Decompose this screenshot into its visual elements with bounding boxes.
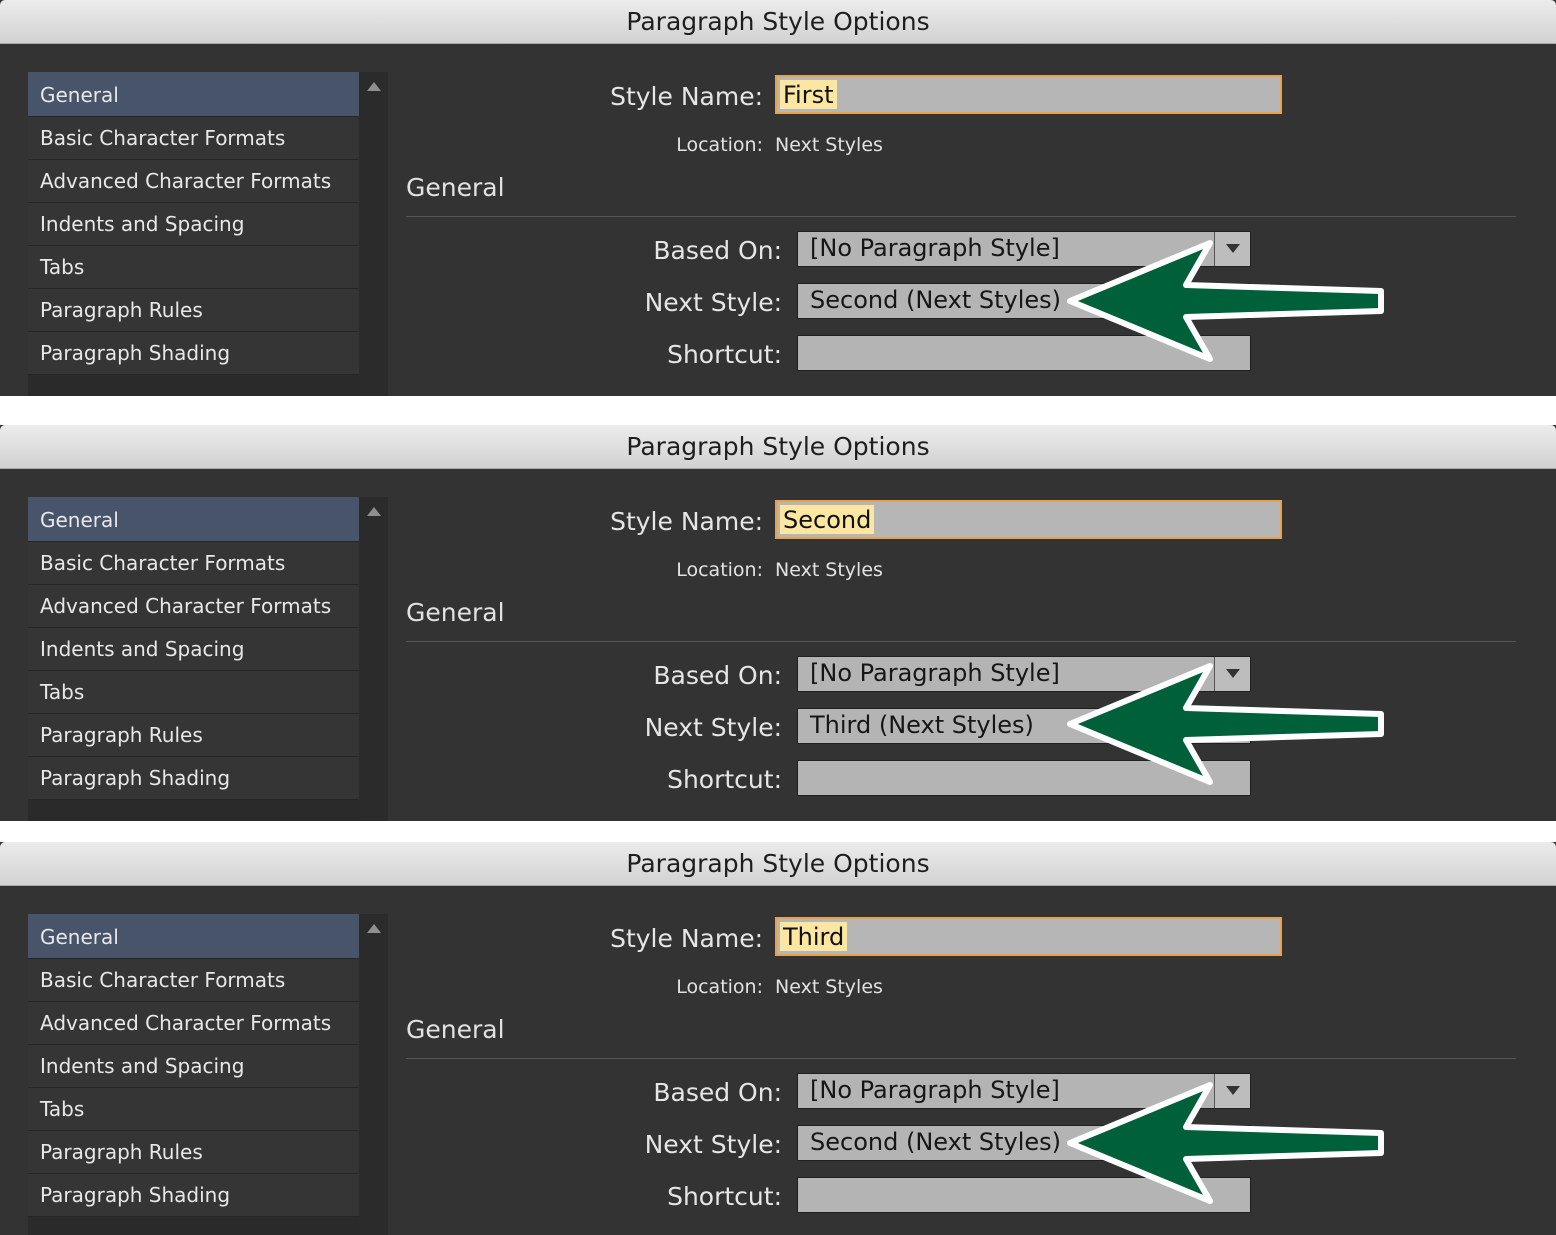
style-name-input[interactable]: Second bbox=[775, 500, 1282, 539]
category-scrollbar[interactable] bbox=[359, 72, 388, 396]
category-item-basic-character-formats[interactable]: Basic Character Formats bbox=[28, 959, 359, 1002]
style-name-label: Style Name: bbox=[610, 82, 763, 111]
scroll-up-icon[interactable] bbox=[367, 82, 381, 91]
category-item-paragraph-shading[interactable]: Paragraph Shading bbox=[28, 1174, 359, 1217]
shortcut-label: Shortcut: bbox=[667, 340, 782, 369]
paragraph-style-dialog-2: Paragraph Style Options General Basic Ch… bbox=[0, 425, 1556, 821]
category-item-tabs[interactable]: Tabs bbox=[28, 246, 359, 289]
section-heading: General bbox=[406, 173, 505, 202]
category-item-basic-character-formats[interactable]: Basic Character Formats bbox=[28, 542, 359, 585]
shortcut-label: Shortcut: bbox=[667, 1182, 782, 1211]
next-style-label: Next Style: bbox=[644, 1130, 782, 1159]
dialog-title: Paragraph Style Options bbox=[626, 849, 930, 878]
section-divider bbox=[406, 216, 1516, 217]
section-heading: General bbox=[406, 598, 505, 627]
category-scrollbar[interactable] bbox=[359, 497, 388, 821]
category-item-advanced-character-formats[interactable]: Advanced Character Formats bbox=[28, 160, 359, 203]
paragraph-style-dialog-3: Paragraph Style Options General Basic Ch… bbox=[0, 842, 1556, 1235]
dialog-titlebar: Paragraph Style Options bbox=[0, 0, 1556, 44]
category-item-paragraph-rules[interactable]: Paragraph Rules bbox=[28, 289, 359, 332]
category-item-general[interactable]: General bbox=[28, 497, 359, 542]
category-item-advanced-character-formats[interactable]: Advanced Character Formats bbox=[28, 1002, 359, 1045]
category-item-indents-and-spacing[interactable]: Indents and Spacing bbox=[28, 1045, 359, 1088]
location-label: Location: bbox=[676, 134, 763, 156]
category-sidebar: General Basic Character Formats Advanced… bbox=[28, 914, 388, 1235]
style-name-value: First bbox=[780, 80, 837, 109]
next-style-value: Third (Next Styles) bbox=[810, 711, 1034, 739]
based-on-value: [No Paragraph Style] bbox=[810, 234, 1060, 262]
based-on-value: [No Paragraph Style] bbox=[810, 659, 1060, 687]
next-style-value: Second (Next Styles) bbox=[810, 1128, 1062, 1156]
based-on-label: Based On: bbox=[653, 236, 782, 265]
category-list: General Basic Character Formats Advanced… bbox=[28, 914, 359, 1217]
category-list: General Basic Character Formats Advanced… bbox=[28, 72, 359, 375]
category-item-general[interactable]: General bbox=[28, 914, 359, 959]
location-value: Next Styles bbox=[775, 976, 883, 998]
location-label: Location: bbox=[676, 976, 763, 998]
dialog-titlebar: Paragraph Style Options bbox=[0, 842, 1556, 886]
category-item-indents-and-spacing[interactable]: Indents and Spacing bbox=[28, 628, 359, 671]
section-heading: General bbox=[406, 1015, 505, 1044]
dialog-title: Paragraph Style Options bbox=[626, 432, 930, 461]
category-item-tabs[interactable]: Tabs bbox=[28, 671, 359, 714]
green-arrow-icon bbox=[1067, 1082, 1384, 1204]
dialog-title: Paragraph Style Options bbox=[626, 7, 930, 36]
next-style-label: Next Style: bbox=[644, 713, 782, 742]
scroll-up-icon[interactable] bbox=[367, 507, 381, 516]
section-divider bbox=[406, 641, 1516, 642]
green-arrow-icon bbox=[1067, 240, 1384, 362]
category-list: General Basic Character Formats Advanced… bbox=[28, 497, 359, 800]
based-on-value: [No Paragraph Style] bbox=[810, 1076, 1060, 1104]
location-value: Next Styles bbox=[775, 559, 883, 581]
category-item-basic-character-formats[interactable]: Basic Character Formats bbox=[28, 117, 359, 160]
category-item-general[interactable]: General bbox=[28, 72, 359, 117]
category-item-indents-and-spacing[interactable]: Indents and Spacing bbox=[28, 203, 359, 246]
category-item-paragraph-shading[interactable]: Paragraph Shading bbox=[28, 332, 359, 375]
style-name-value: Third bbox=[780, 922, 848, 951]
based-on-label: Based On: bbox=[653, 661, 782, 690]
section-divider bbox=[406, 1058, 1516, 1059]
scroll-up-icon[interactable] bbox=[367, 924, 381, 933]
shortcut-label: Shortcut: bbox=[667, 765, 782, 794]
style-name-label: Style Name: bbox=[610, 924, 763, 953]
category-item-advanced-character-formats[interactable]: Advanced Character Formats bbox=[28, 585, 359, 628]
based-on-label: Based On: bbox=[653, 1078, 782, 1107]
category-sidebar: General Basic Character Formats Advanced… bbox=[28, 72, 388, 396]
category-item-paragraph-rules[interactable]: Paragraph Rules bbox=[28, 1131, 359, 1174]
style-name-input[interactable]: Third bbox=[775, 917, 1282, 956]
dialog-titlebar: Paragraph Style Options bbox=[0, 425, 1556, 469]
category-item-paragraph-rules[interactable]: Paragraph Rules bbox=[28, 714, 359, 757]
category-scrollbar[interactable] bbox=[359, 914, 388, 1235]
location-label: Location: bbox=[676, 559, 763, 581]
location-value: Next Styles bbox=[775, 134, 883, 156]
next-style-value: Second (Next Styles) bbox=[810, 286, 1062, 314]
green-arrow-icon bbox=[1067, 663, 1384, 785]
next-style-label: Next Style: bbox=[644, 288, 782, 317]
category-item-tabs[interactable]: Tabs bbox=[28, 1088, 359, 1131]
category-item-paragraph-shading[interactable]: Paragraph Shading bbox=[28, 757, 359, 800]
style-name-value: Second bbox=[780, 505, 875, 534]
category-sidebar: General Basic Character Formats Advanced… bbox=[28, 497, 388, 821]
paragraph-style-dialog-1: Paragraph Style Options General Basic Ch… bbox=[0, 0, 1556, 396]
style-name-label: Style Name: bbox=[610, 507, 763, 536]
style-name-input[interactable]: First bbox=[775, 75, 1282, 114]
